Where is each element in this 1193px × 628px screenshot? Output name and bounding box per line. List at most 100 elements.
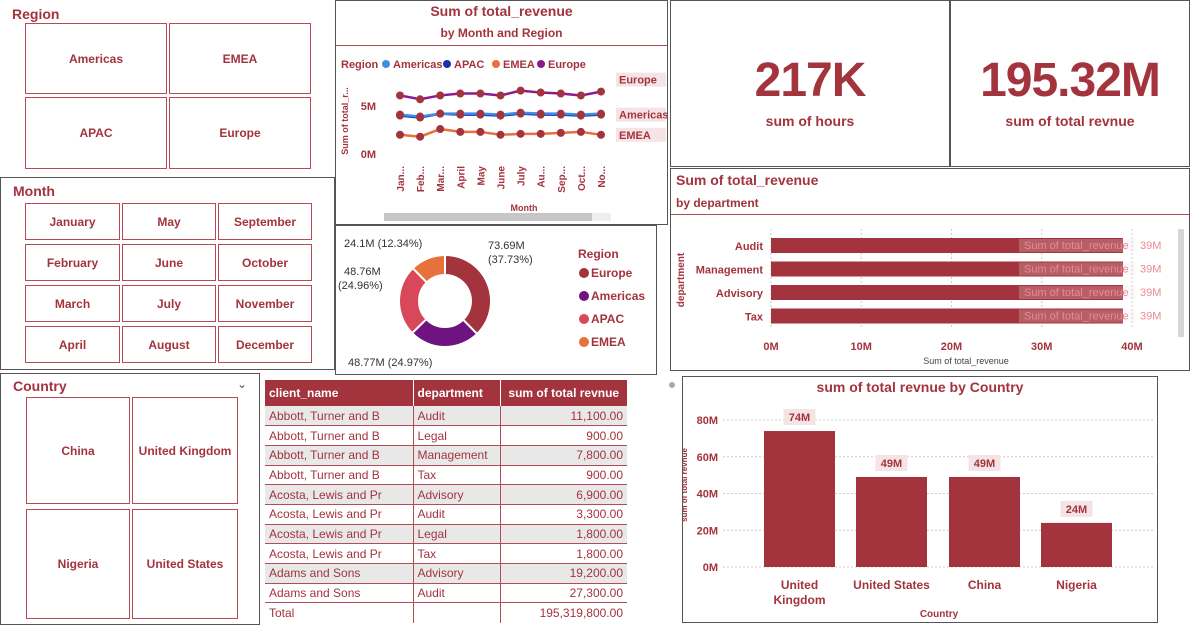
country-y-tick: 20M bbox=[697, 525, 718, 537]
month-tile-august[interactable]: August bbox=[122, 326, 216, 363]
donut-label: 73.69M bbox=[488, 240, 525, 252]
dept-y-axis-title: department bbox=[676, 252, 687, 307]
cell-department: Audit bbox=[412, 504, 500, 525]
table-row[interactable]: Acosta, Lewis and Pr Tax 1,800.00 bbox=[265, 543, 627, 564]
country-tile-nigeria[interactable]: Nigeria bbox=[26, 509, 130, 619]
line-y-tick: 0M bbox=[361, 149, 376, 161]
region-tile-europe[interactable]: Europe bbox=[169, 97, 311, 169]
line-point bbox=[496, 91, 505, 100]
cell-client: Abbott, Turner and B bbox=[265, 425, 413, 446]
donut-label: (37.73%) bbox=[488, 254, 533, 266]
table-row[interactable]: Adams and Sons Audit 27,300.00 bbox=[265, 583, 627, 604]
country-tile-united-states[interactable]: United States bbox=[132, 509, 238, 619]
donut-chart: 73.69M (37.73%) 48.77M (24.97%) 48.76M (24.9… bbox=[338, 238, 645, 369]
country-y-axis-title: sum of total revnue bbox=[683, 448, 689, 522]
month-tile-march[interactable]: March bbox=[25, 285, 120, 322]
month-tile-june[interactable]: June bbox=[122, 244, 216, 281]
dept-tooltip-label: Sum of total_revenue bbox=[1024, 264, 1129, 276]
line-legend-marker bbox=[537, 60, 545, 68]
line-x-tick: May bbox=[476, 166, 487, 186]
cell-client: Adams and Sons bbox=[265, 563, 413, 584]
cell-revenue: 11,100.00 bbox=[499, 406, 627, 427]
dept-scrollbar[interactable] bbox=[1178, 229, 1184, 337]
line-legend-label: Europe bbox=[548, 59, 586, 71]
line-point bbox=[436, 109, 445, 118]
cell-revenue: 900.00 bbox=[499, 465, 627, 486]
kpi-revenue-value: 195.32M bbox=[980, 54, 1161, 107]
table-row[interactable]: Abbott, Turner and B Audit 11,100.00 bbox=[265, 406, 627, 427]
donut-legend-label: Europe bbox=[591, 266, 633, 280]
country-chart-panel: sum of total revnue by Country 80M 60M 40M… bbox=[682, 376, 1158, 623]
cell-revenue: 6,900.00 bbox=[499, 484, 627, 505]
line-point bbox=[556, 128, 565, 137]
country-slicer: Country ⌄ China United Kingdom Nigeria U… bbox=[0, 373, 260, 625]
table-row[interactable]: Acosta, Lewis and Pr Advisory 6,900.00 bbox=[265, 484, 627, 505]
table-row[interactable]: Abbott, Turner and B Management 7,800.00 bbox=[265, 445, 627, 466]
month-tile-april[interactable]: April bbox=[25, 326, 120, 363]
kpi-hours-value: 217K bbox=[754, 54, 867, 107]
country-bar[interactable] bbox=[764, 431, 835, 567]
country-bar[interactable] bbox=[1041, 522, 1112, 567]
month-tile-january[interactable]: January bbox=[25, 203, 120, 240]
chevron-down-icon[interactable]: ⌄ bbox=[237, 377, 247, 391]
table-row[interactable]: Abbott, Turner and B Legal 900.00 bbox=[265, 425, 627, 446]
dept-category-label: Management bbox=[696, 265, 764, 277]
line-point bbox=[597, 130, 605, 139]
region-tile-emea[interactable]: EMEA bbox=[169, 23, 311, 94]
table-row[interactable]: Adams and Sons Advisory 19,200.00 bbox=[265, 563, 627, 584]
dept-category-label: Tax bbox=[745, 312, 764, 324]
line-point bbox=[396, 130, 404, 139]
country-x-tick: United States bbox=[853, 578, 930, 592]
cell-revenue: 1,800.00 bbox=[499, 524, 627, 545]
country-bar[interactable] bbox=[949, 476, 1020, 567]
country-bar-chart: 80M 60M 40M 20M 0M sum of total revnue 74M Unit… bbox=[683, 409, 1153, 620]
country-bar[interactable] bbox=[856, 476, 927, 567]
line-point bbox=[516, 86, 525, 95]
cell-department: Audit bbox=[412, 583, 500, 604]
month-tile-september[interactable]: September bbox=[218, 203, 312, 240]
month-tile-may[interactable]: May bbox=[122, 203, 216, 240]
donut-legend-title: Region bbox=[578, 247, 619, 261]
table-row[interactable]: Acosta, Lewis and Pr Audit 3,300.00 bbox=[265, 504, 627, 525]
dept-x-tick: 20M bbox=[941, 341, 962, 353]
donut-label: 48.76M bbox=[344, 266, 381, 278]
cell-revenue: 3,300.00 bbox=[499, 504, 627, 525]
line-legend-label: Americas bbox=[393, 59, 443, 71]
line-point bbox=[416, 95, 425, 104]
month-tile-december[interactable]: December bbox=[218, 326, 312, 363]
month-tile-november[interactable]: November bbox=[218, 285, 312, 322]
country-x-tick: United bbox=[781, 578, 818, 592]
total-empty bbox=[412, 602, 500, 623]
dept-category-label: Advisory bbox=[716, 288, 764, 300]
dept-x-tick: 0M bbox=[763, 341, 778, 353]
line-point bbox=[576, 91, 585, 100]
line-scrollbar-thumb[interactable] bbox=[384, 213, 592, 221]
line-point bbox=[416, 132, 425, 141]
region-tile-americas[interactable]: Americas bbox=[25, 23, 167, 94]
country-tile-united-kingdom[interactable]: United Kingdom bbox=[132, 397, 238, 504]
region-tile-apac[interactable]: APAC bbox=[25, 97, 167, 169]
line-point bbox=[456, 89, 465, 98]
col-header-client[interactable]: client_name bbox=[265, 380, 413, 406]
line-y-axis-title: Sum of total_r... bbox=[340, 87, 350, 155]
country-tile-china[interactable]: China bbox=[26, 397, 130, 504]
line-point bbox=[416, 112, 425, 121]
month-tile-october[interactable]: October bbox=[218, 244, 312, 281]
table-header: client_name department sum of total revn… bbox=[265, 380, 627, 406]
line-point bbox=[536, 129, 545, 138]
col-header-department[interactable]: department bbox=[412, 380, 500, 406]
cell-client: Acosta, Lewis and Pr bbox=[265, 484, 413, 505]
line-point bbox=[396, 110, 404, 119]
dept-chart-title: Sum of total_revenue bbox=[676, 172, 819, 188]
table-row[interactable]: Abbott, Turner and B Tax 900.00 bbox=[265, 465, 627, 486]
col-header-revenue[interactable]: sum of total revnue bbox=[499, 380, 627, 406]
table-row[interactable]: Acosta, Lewis and Pr Legal 1,800.00 bbox=[265, 524, 627, 545]
line-chart: Region Americas APAC EMEA Europe Sum of total… bbox=[340, 59, 667, 221]
month-tile-february[interactable]: February bbox=[25, 244, 120, 281]
country-x-tick: China bbox=[968, 578, 1002, 592]
donut-legend-label: EMEA bbox=[591, 335, 626, 349]
cell-client: Abbott, Turner and B bbox=[265, 445, 413, 466]
donut-legend-label: APAC bbox=[591, 312, 624, 326]
cell-department: Advisory bbox=[412, 563, 500, 584]
month-tile-july[interactable]: July bbox=[122, 285, 216, 322]
